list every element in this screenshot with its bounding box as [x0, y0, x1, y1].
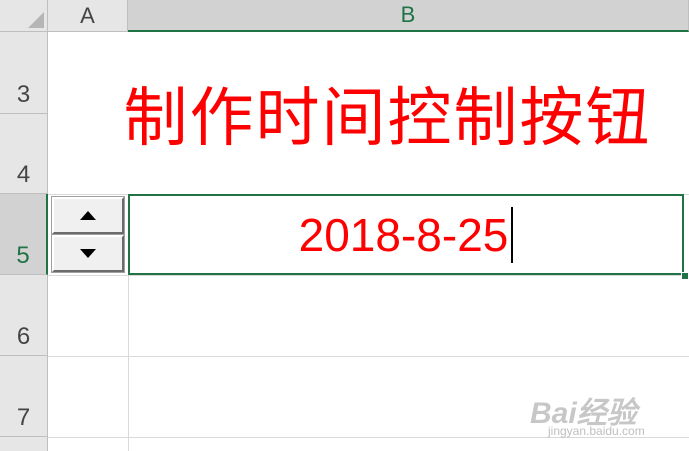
row-header-7[interactable]: 7 [0, 356, 48, 437]
column-header-b[interactable]: B [128, 0, 689, 32]
triangle-up-icon [80, 211, 96, 220]
text-cursor [511, 206, 514, 263]
spin-up-button[interactable] [51, 196, 125, 235]
select-all-button[interactable] [0, 0, 48, 32]
title-text: 制作时间控制按钮 [123, 82, 652, 156]
row-5-divider [48, 275, 689, 276]
triangle-down-icon [80, 249, 96, 258]
column-header-a[interactable]: A [48, 0, 128, 32]
selected-cell-b5[interactable]: 2018-8-25 [128, 194, 684, 275]
row-header-3[interactable]: 3 [0, 32, 48, 114]
date-value: 2018-8-25 [298, 208, 509, 261]
row-header-5[interactable]: 5 [0, 194, 48, 275]
spreadsheet: A B 3 4 5 6 7 制作时间控制按钮 2018-8-25 Bai经验 j [0, 0, 689, 451]
row-header-4[interactable]: 4 [0, 114, 48, 194]
title-cell[interactable]: 制作时间控制按钮 [48, 32, 689, 194]
fill-handle[interactable] [681, 272, 689, 280]
spin-button-control[interactable] [51, 196, 125, 273]
watermark-url: jingyan.baidu.com [548, 424, 645, 438]
row-header-6[interactable]: 6 [0, 275, 48, 356]
select-all-triangle-icon [28, 12, 44, 28]
baidu-jingyan-watermark: Bai经验 jingyan.baidu.com [530, 388, 680, 444]
spin-down-button[interactable] [51, 234, 125, 273]
row-header-8[interactable] [0, 437, 48, 451]
row-6-divider [48, 356, 689, 357]
